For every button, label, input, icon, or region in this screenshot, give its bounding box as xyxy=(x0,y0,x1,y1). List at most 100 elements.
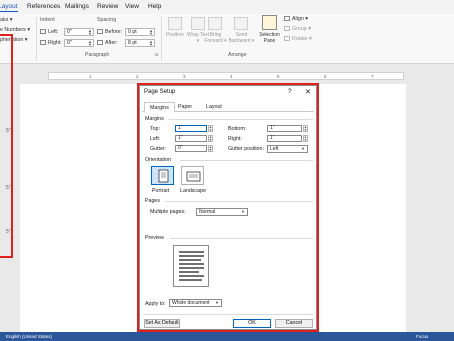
group-button[interactable]: Group ▾ xyxy=(284,26,311,32)
preview-line xyxy=(179,275,204,277)
dialog-tab-bar: Margins Paper Layout xyxy=(142,101,314,113)
position-icon[interactable] xyxy=(168,17,182,30)
pages-section-title: Pages xyxy=(145,198,161,204)
section-divider xyxy=(168,119,313,120)
rotate-icon xyxy=(284,36,290,42)
side-mark: 5" xyxy=(6,128,11,134)
bring-forward-icon[interactable] xyxy=(208,17,222,30)
landscape-option[interactable] xyxy=(181,166,204,185)
bottom-margin-input[interactable]: 1" xyxy=(267,125,302,132)
spacing-after-input[interactable]: 8 pt ▲ ▼ xyxy=(125,39,155,47)
tab-references[interactable]: References xyxy=(27,3,60,10)
top-margin-input[interactable]: 1" xyxy=(175,125,207,132)
tab-paper[interactable]: Paper xyxy=(173,102,197,112)
rotate-button[interactable]: Rotate ▾ xyxy=(284,36,312,42)
indent-right-input[interactable]: 0" ▲ ▼ xyxy=(64,39,94,47)
left-margin-input[interactable]: 1" xyxy=(175,135,207,142)
orientation-section-title: Orientation xyxy=(145,157,171,163)
indent-left-icon xyxy=(40,29,46,35)
set-as-default-button[interactable]: Set As Default xyxy=(144,319,180,328)
ruler-mark: 7 xyxy=(371,74,374,79)
spin-arrows-icon[interactable]: ▲ ▼ xyxy=(149,29,153,36)
margins-section-title: Margins xyxy=(145,116,164,122)
bring-forward-button-label[interactable]: Bring Forward ▾ xyxy=(203,32,228,44)
side-mark: 5" xyxy=(6,185,11,191)
send-backward-icon[interactable] xyxy=(234,17,248,30)
cancel-button[interactable]: Cancel xyxy=(275,319,313,328)
send-backward-button-label[interactable]: Send Backward ▾ xyxy=(227,32,256,44)
selection-pane-icon[interactable] xyxy=(262,15,277,30)
section-divider xyxy=(170,238,313,239)
multiple-pages-select[interactable]: Normal ▼ xyxy=(196,208,248,216)
horizontal-ruler[interactable]: 1 2 3 4 5 6 7 xyxy=(48,72,404,80)
ribbon-separator xyxy=(36,17,37,61)
bottom-margin-label: Bottom: xyxy=(228,126,247,132)
spin-arrows-icon[interactable]: ▲ ▼ xyxy=(88,29,92,36)
section-divider xyxy=(143,314,313,315)
tab-layout-dialog[interactable]: Layout xyxy=(201,102,227,112)
tab-view[interactable]: View xyxy=(125,3,139,10)
apply-to-label: Apply to: xyxy=(145,301,166,307)
selection-pane-button-label[interactable]: Selection Pane xyxy=(256,32,283,44)
ruler-mark: 2 xyxy=(136,74,139,79)
line-numbers-button[interactable]: e Numbers ▾ xyxy=(0,27,30,33)
spacing-before-icon xyxy=(97,29,103,35)
tab-help[interactable]: Help xyxy=(148,3,161,10)
landscape-icon xyxy=(186,171,201,182)
focus-mode-button[interactable]: Focus xyxy=(416,334,428,339)
spin-arrows-icon[interactable]: ▲ ▼ xyxy=(303,135,308,142)
spin-arrows-icon[interactable]: ▲ ▼ xyxy=(208,145,213,152)
tab-mailings[interactable]: Mailings xyxy=(65,3,89,10)
apply-to-select[interactable]: Whole document ▼ xyxy=(169,299,222,307)
chevron-down-icon: ▼ xyxy=(241,209,245,214)
close-icon[interactable]: ✕ xyxy=(305,88,311,96)
ruler-mark: 3 xyxy=(183,74,186,79)
section-divider xyxy=(165,201,313,202)
spacing-before-label: Before: xyxy=(97,29,122,35)
right-margin-input[interactable]: 1" xyxy=(267,135,302,142)
gutter-position-select[interactable]: Left ▼ xyxy=(267,145,308,153)
ruler-mark: 1 xyxy=(89,74,92,79)
spin-arrows-icon[interactable]: ▲ ▼ xyxy=(88,40,92,47)
chevron-down-icon: ▼ xyxy=(215,300,219,305)
spacing-after-icon xyxy=(97,40,103,46)
preview-line xyxy=(179,271,199,273)
ruler-mark: 6 xyxy=(324,74,327,79)
portrait-option[interactable] xyxy=(151,166,174,185)
spin-arrows-icon[interactable]: ▲ ▼ xyxy=(303,125,308,132)
left-highlight-box xyxy=(0,34,13,258)
spin-arrows-icon[interactable]: ▲ ▼ xyxy=(149,40,153,47)
arrange-group-label: Arrange xyxy=(228,52,247,58)
indent-left-input[interactable]: 0" ▲ ▼ xyxy=(64,28,94,36)
breaks-button[interactable]: aks ▾ xyxy=(0,17,12,23)
landscape-label[interactable]: Landscape xyxy=(180,188,206,194)
dialog-title: Page Setup xyxy=(144,89,176,95)
gutter-input[interactable]: 0" xyxy=(175,145,207,152)
indent-left-label: Left: xyxy=(40,29,58,35)
wrap-text-icon[interactable] xyxy=(191,17,205,30)
spin-arrows-icon[interactable]: ▲ ▼ xyxy=(208,135,213,142)
align-button[interactable]: Align ▾ xyxy=(284,16,308,22)
tab-margins[interactable]: Margins xyxy=(144,102,175,113)
right-margin-label: Right: xyxy=(228,136,242,142)
ruler-mark: 5 xyxy=(277,74,280,79)
gutter-label: Gutter: xyxy=(150,146,167,152)
spacing-before-input[interactable]: 0 pt ▲ ▼ xyxy=(125,28,155,36)
spin-arrows-icon[interactable]: ▲ ▼ xyxy=(208,125,213,132)
tab-layout[interactable]: Layout xyxy=(0,3,18,12)
preview-line xyxy=(179,267,204,269)
help-icon[interactable]: ? xyxy=(288,88,292,95)
indent-right-label: Right: xyxy=(40,40,62,46)
status-language[interactable]: English (United States) xyxy=(6,334,52,339)
chevron-down-icon: ▼ xyxy=(301,146,305,151)
tab-review[interactable]: Review xyxy=(97,3,118,10)
paragraph-dialog-launcher-icon[interactable]: ⇲ xyxy=(154,52,158,58)
ribbon-tab-bar: Layout References Mailings Review View H… xyxy=(0,0,454,14)
preview-section-title: Preview xyxy=(145,235,164,241)
portrait-label[interactable]: Portrait xyxy=(152,188,169,194)
multiple-pages-label: Multiple pages: xyxy=(150,209,186,215)
portrait-icon xyxy=(158,169,169,183)
position-button-label[interactable]: Position xyxy=(162,32,188,38)
ok-button[interactable]: OK xyxy=(233,319,271,328)
indent-right-icon xyxy=(40,40,46,46)
